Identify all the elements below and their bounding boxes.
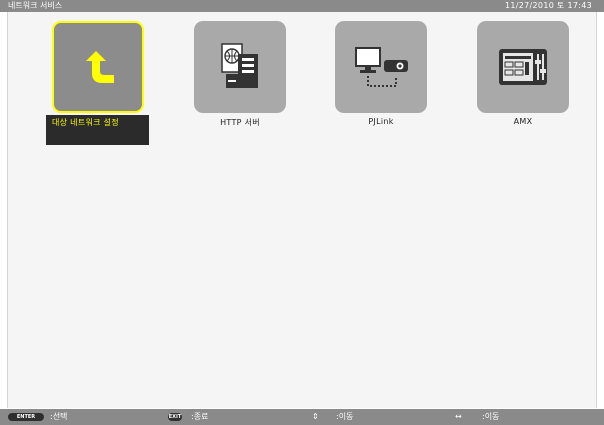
exit-hint: :종료 <box>191 412 209 421</box>
footer-help-bar: ENTER :선택 EXIT :종료 ⇕ :이동 ↔ :이동 <box>0 409 604 425</box>
amx-panel-icon <box>495 45 551 89</box>
up-down-hint: :이동 <box>336 412 354 421</box>
return-arrow-icon <box>76 45 120 89</box>
menu-item-amx[interactable] <box>477 21 569 113</box>
up-down-icon: ⇕ <box>312 412 319 421</box>
exit-key-icon: EXIT <box>168 413 182 421</box>
title-bar: 네트워크 서비스 11/27/2010 토 17:43 <box>0 0 604 12</box>
left-right-hint: :이동 <box>482 412 500 421</box>
enter-hint: :선택 <box>50 412 68 421</box>
menu-item-pjlink[interactable] <box>335 21 427 113</box>
enter-key-icon: ENTER <box>8 413 44 421</box>
menu-area: 대상 네트워크 설정 HTTP 서버 PJLink AMX <box>7 12 597 408</box>
pjlink-icon <box>350 42 412 92</box>
menu-item-label-network-settings: 대상 네트워크 설정 <box>46 115 149 145</box>
menu-item-label-pjlink: PJLink <box>368 117 394 126</box>
menu-item-network-settings[interactable] <box>52 21 144 113</box>
window-title: 네트워크 서비스 <box>8 1 63 10</box>
http-server-icon <box>212 40 268 94</box>
date-time: 11/27/2010 토 17:43 <box>504 1 592 10</box>
left-right-icon: ↔ <box>455 412 462 421</box>
menu-item-label-http-server: HTTP 서버 <box>220 118 260 127</box>
menu-item-http-server[interactable] <box>194 21 286 113</box>
menu-item-label-amx: AMX <box>513 117 533 126</box>
